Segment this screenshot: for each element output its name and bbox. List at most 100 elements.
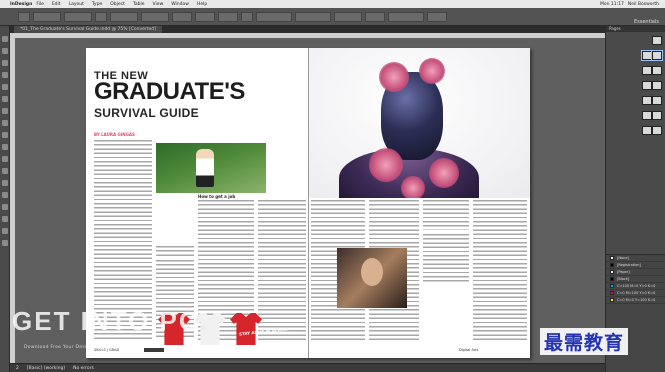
menu-edit[interactable]: Edit <box>48 2 65 7</box>
zoom-tool-icon[interactable] <box>1 228 8 234</box>
status-bar: 2 [Basic] (working) No errors <box>10 363 605 372</box>
flower-shape <box>379 62 409 92</box>
spread-thumbnail[interactable] <box>642 66 662 75</box>
floral-portrait-image[interactable] <box>309 48 530 198</box>
preflight-profile[interactable]: [Basic] (working) <box>27 366 65 371</box>
folio-right: Digital Arts <box>459 348 479 352</box>
opacity-field[interactable] <box>388 11 424 22</box>
swatch-label: [Registration] <box>617 263 641 267</box>
gap-tool-icon[interactable] <box>1 72 8 78</box>
rectangle-tool-icon[interactable] <box>1 144 8 150</box>
pen-tool-icon[interactable] <box>1 108 8 114</box>
swatch-row[interactable]: [Registration] <box>606 262 665 269</box>
swatch-row[interactable]: C=0 M=100 Y=0 K=0 <box>606 290 665 297</box>
rotate-field[interactable] <box>195 11 215 22</box>
page-thumbnail <box>652 126 662 135</box>
swatch-chip <box>610 270 614 274</box>
page-tool-icon[interactable] <box>1 60 8 66</box>
watermark-dot: . <box>199 306 209 336</box>
fill-swatch[interactable] <box>256 11 292 22</box>
graduate-photo[interactable] <box>337 248 407 308</box>
spread-thumbnail[interactable] <box>642 81 662 90</box>
swatch-row[interactable]: C=0 M=0 Y=100 K=0 <box>606 297 665 304</box>
spread-thumbnail[interactable] <box>642 111 662 120</box>
swatch-chip <box>610 277 614 281</box>
menu-object[interactable]: Object <box>106 2 129 7</box>
direct-selection-tool-icon[interactable] <box>1 48 8 54</box>
right-page[interactable]: Digital Arts <box>308 48 530 358</box>
selection-tool-icon[interactable] <box>1 36 8 42</box>
line-tool-icon[interactable] <box>1 96 8 102</box>
app-menu[interactable]: InDesign <box>0 2 32 7</box>
width-field[interactable] <box>110 11 138 22</box>
spread-thumbnail[interactable] <box>642 96 662 105</box>
pencil-tool-icon[interactable] <box>1 120 8 126</box>
y-position-field[interactable] <box>64 11 92 22</box>
page-thumbnail <box>641 50 653 61</box>
scissors-tool-icon[interactable] <box>1 156 8 162</box>
photo-caption[interactable] <box>156 246 194 258</box>
horizontal-ruler[interactable] <box>10 33 605 38</box>
swatch-row[interactable]: [Black] <box>606 276 665 283</box>
free-transform-tool-icon[interactable] <box>1 168 8 174</box>
menu-file[interactable]: File <box>32 2 48 7</box>
effects-icon[interactable] <box>365 11 385 22</box>
subheadline[interactable]: SURVIVAL GUIDE <box>94 106 199 120</box>
scale-field[interactable] <box>172 11 192 22</box>
section-heading[interactable]: How to get a job <box>198 194 235 199</box>
page-thumbnail <box>652 111 662 120</box>
page-thumbnail[interactable] <box>652 36 662 45</box>
text-lines <box>156 246 194 258</box>
user-name[interactable]: Neil Bosworth <box>628 2 659 7</box>
workspace-switcher[interactable]: Essentials <box>634 19 659 25</box>
swatch-label: C=0 M=100 Y=0 K=0 <box>617 291 656 295</box>
stroke-swatch[interactable] <box>295 11 331 22</box>
menu-layout[interactable]: Layout <box>65 2 88 7</box>
page-number-field[interactable]: 2 <box>16 366 19 371</box>
tab-pages[interactable]: Pages <box>606 26 665 32</box>
menu-window[interactable]: Window <box>167 2 193 7</box>
flower-shape <box>369 148 403 182</box>
page-thumbnail <box>652 66 662 75</box>
document-tab[interactable]: *01_The Graduate's Survival Guide.indd @… <box>14 26 162 33</box>
menu-type[interactable]: Type <box>88 2 106 7</box>
swatch-row[interactable]: [Paper] <box>606 269 665 276</box>
shear-field[interactable] <box>218 11 238 22</box>
hand-tool-icon[interactable] <box>1 216 8 222</box>
byline[interactable]: BY LAURA GINGAS <box>94 132 135 137</box>
swatch-label: C=0 M=0 Y=100 K=0 <box>617 298 656 302</box>
page-thumbnail <box>642 126 652 135</box>
preflight-status[interactable]: No errors <box>73 366 94 371</box>
body-text-frame[interactable] <box>473 200 527 340</box>
flip-icon[interactable] <box>241 11 253 22</box>
height-field[interactable] <box>141 11 169 22</box>
graduate-face <box>361 258 383 286</box>
wrap-icon[interactable] <box>427 11 447 22</box>
site-watermark: GET INTO PC. <box>12 306 209 337</box>
spread-thumbnail[interactable] <box>641 50 663 61</box>
headline[interactable]: GRADUATE'S <box>94 80 245 104</box>
fill-stroke-icon[interactable] <box>1 240 8 246</box>
stroke-weight-field[interactable] <box>334 11 362 22</box>
eyedropper-tool-icon[interactable] <box>1 204 8 210</box>
spread-thumbnail[interactable] <box>642 126 662 135</box>
x-position-field[interactable] <box>33 11 61 22</box>
menu-view[interactable]: View <box>149 2 168 7</box>
menu-status: Mon 11:17 Neil Bosworth <box>600 2 665 7</box>
gradient-tool-icon[interactable] <box>1 180 8 186</box>
swatch-chip <box>610 291 614 295</box>
tennis-player-photo[interactable] <box>156 143 266 193</box>
text-lines <box>423 200 469 230</box>
swatch-row[interactable]: C=100 M=0 Y=0 K=0 <box>606 283 665 290</box>
note-tool-icon[interactable] <box>1 192 8 198</box>
photo-caption[interactable] <box>423 234 469 284</box>
rectangle-frame-tool-icon[interactable] <box>1 132 8 138</box>
watermark-tagline: Download Free Your Desired App <box>24 345 107 350</box>
swatch-row[interactable]: [None] <box>606 255 665 262</box>
menu-table[interactable]: Table <box>129 2 149 7</box>
body-text-frame[interactable] <box>423 200 469 230</box>
type-tool-icon[interactable] <box>1 84 8 90</box>
reference-point-control[interactable] <box>18 11 30 22</box>
menu-help[interactable]: Help <box>193 2 211 7</box>
constrain-icon[interactable] <box>95 11 107 22</box>
